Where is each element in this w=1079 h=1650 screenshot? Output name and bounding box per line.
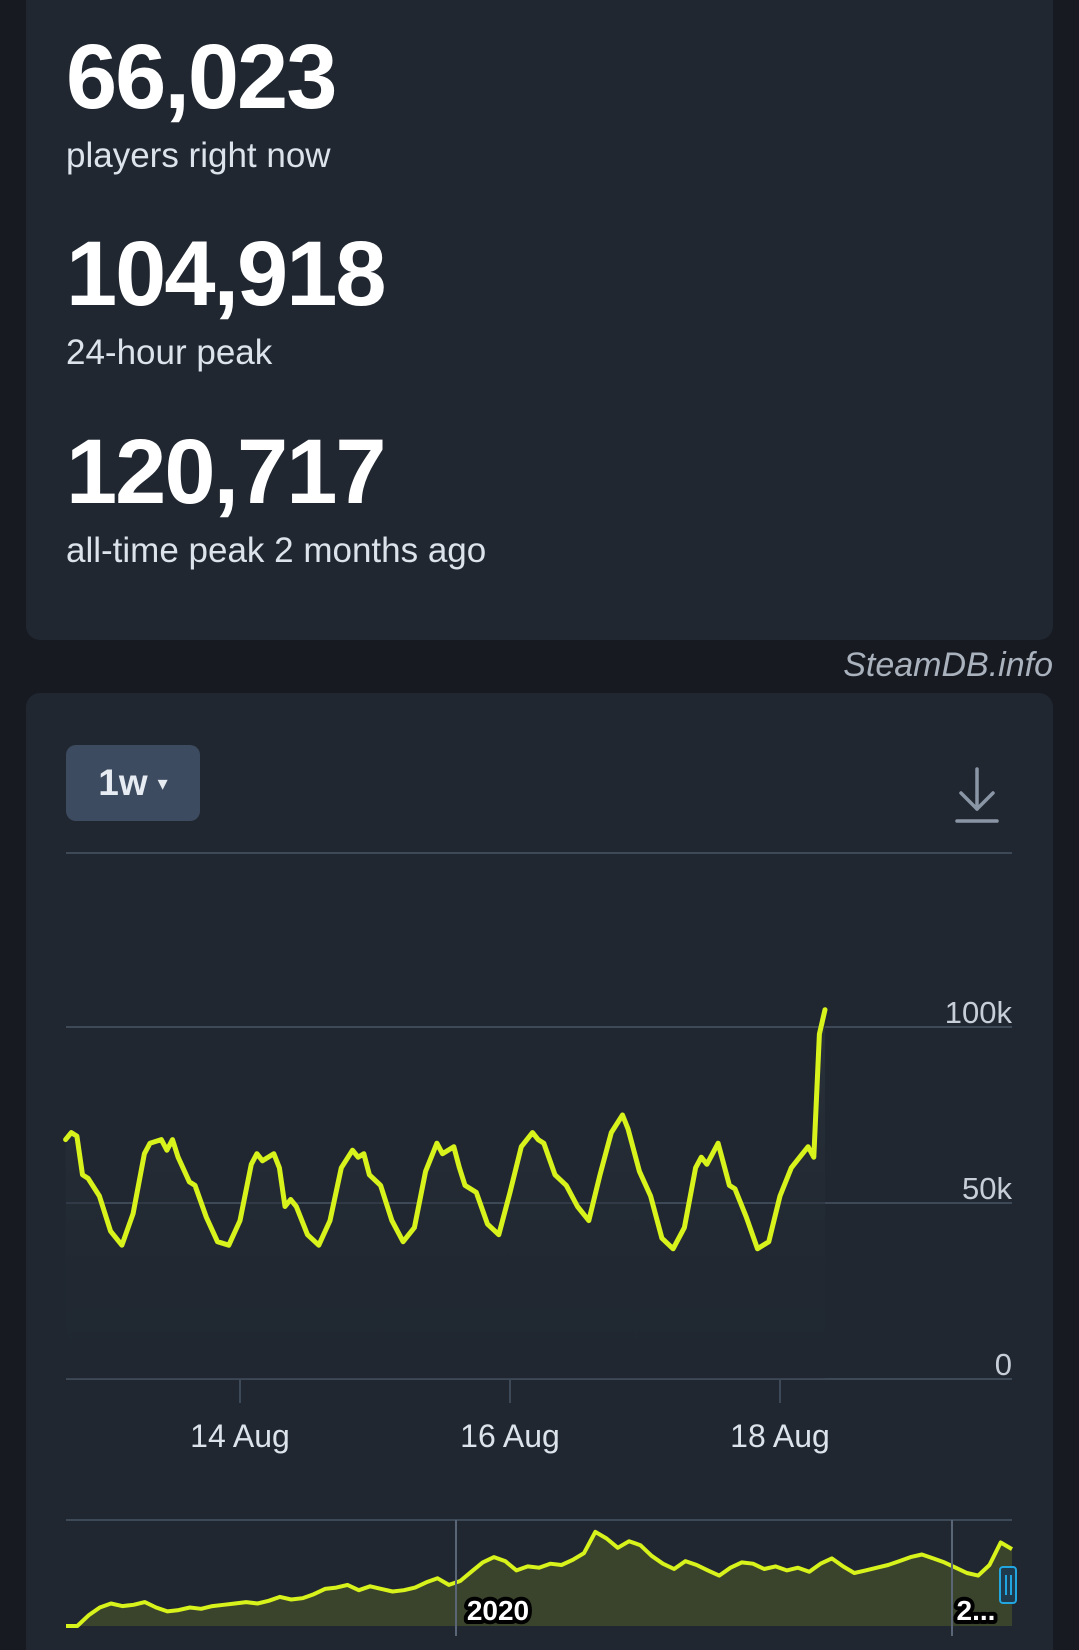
x-tick-label: 18 Aug [730,1418,830,1454]
current-players-label: players right now [66,136,331,175]
player-chart-card: 1w ▾ 0 50k 100k 14 Aug 16 Aug 18 Aug 2020 2020… [26,693,1053,1650]
y-tick-label: 100k [945,995,1013,1030]
series-area [65,1009,826,1379]
peak-24h-value: 104,918 [66,223,387,325]
navigator-area [66,1531,1012,1626]
peak-24h-label: 24-hour peak [66,333,273,372]
current-players-value: 66,023 [66,26,337,128]
x-tick-label: 14 Aug [190,1418,290,1454]
all-time-peak-label: all-time peak 2 months ago [66,531,487,570]
navigator-year-label: 2... [957,1595,996,1626]
steamdb-player-stats-page: 66,023 players right now 104,918 24-hour… [0,0,1079,1650]
player-stats-card: 66,023 players right now 104,918 24-hour… [26,0,1053,640]
player-count-chart: 050k100k14 Aug 16 Aug 18 Aug 20202020 2...2… [63,852,1017,1636]
x-tick-label: 16 Aug [460,1418,560,1454]
steamdb-watermark: SteamDB.info [843,646,1053,684]
y-tick-label: 0 [995,1347,1012,1382]
navigator-handle[interactable] [999,1566,1017,1604]
navigator-year-label: 2020 [467,1595,529,1626]
main-chart: 0 50k 100k 14 Aug 16 Aug 18 Aug [63,852,1013,1454]
y-tick-label: 50k [962,1171,1012,1206]
navigator-chart[interactable]: 20202020 2...2... [66,1519,1017,1636]
all-time-peak-value: 120,717 [66,421,387,523]
